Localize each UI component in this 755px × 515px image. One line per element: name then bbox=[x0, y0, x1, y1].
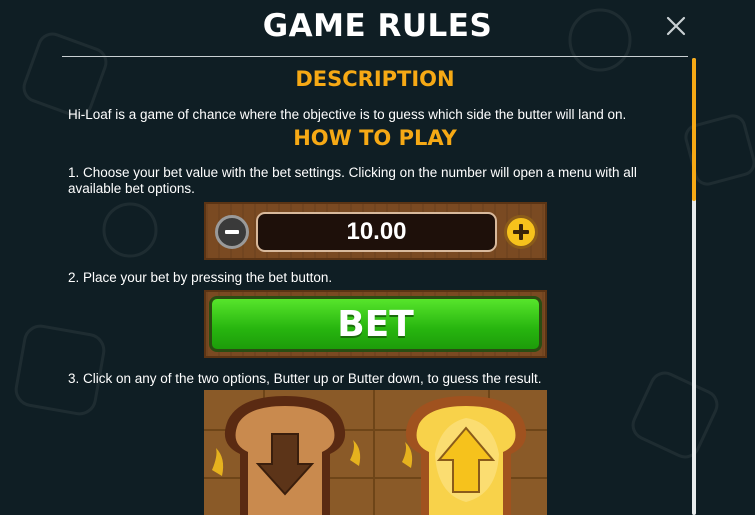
choice-options-panel bbox=[204, 390, 547, 515]
step-2-text: 2. Place your bet by pressing the bet bu… bbox=[68, 270, 333, 285]
header-divider bbox=[62, 56, 688, 57]
description-text: Hi-Loaf is a game of chance where the ob… bbox=[68, 107, 627, 122]
minus-icon bbox=[225, 230, 239, 234]
how-to-play-heading: HOW TO PLAY bbox=[293, 126, 457, 150]
decrease-bet-button[interactable] bbox=[215, 215, 249, 249]
butter-up-toast-icon[interactable] bbox=[401, 394, 531, 515]
scrollbar-thumb[interactable] bbox=[692, 58, 696, 201]
bet-button[interactable]: BET bbox=[209, 296, 542, 352]
bet-value-field[interactable]: 10.00 bbox=[256, 212, 497, 252]
step-3-text: 3. Click on any of the two options, Butt… bbox=[68, 371, 542, 386]
close-icon bbox=[666, 16, 686, 36]
page-title: GAME RULES bbox=[262, 8, 493, 44]
plus-icon bbox=[513, 224, 529, 240]
increase-bet-button[interactable] bbox=[504, 215, 538, 249]
close-button[interactable] bbox=[664, 14, 688, 38]
step-1-text: 1. Choose your bet value with the bet se… bbox=[68, 165, 637, 196]
description-heading: DESCRIPTION bbox=[295, 67, 455, 91]
butter-down-toast-icon[interactable] bbox=[220, 394, 350, 515]
